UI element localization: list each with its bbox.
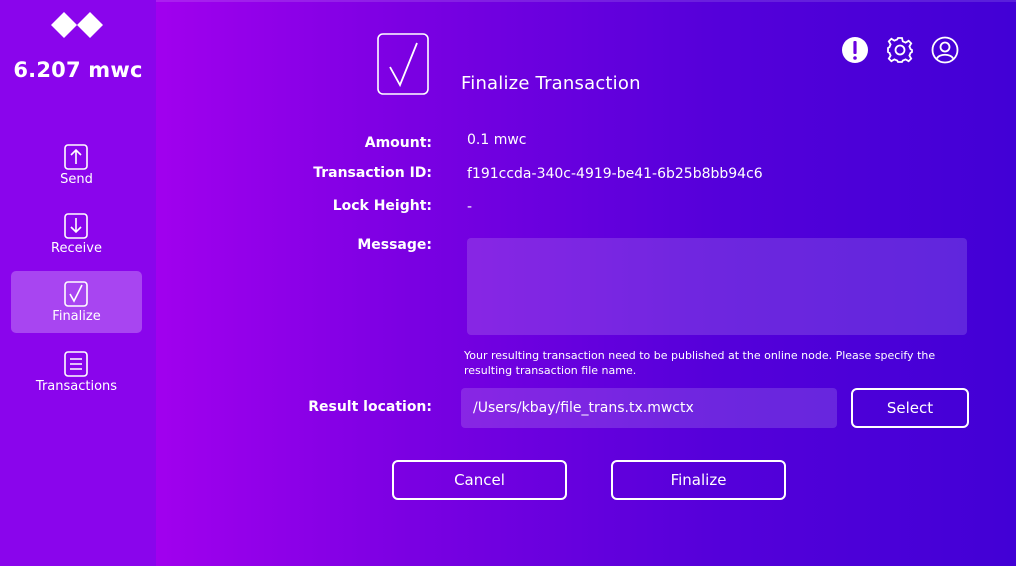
result-location-label: Result location: [308,399,432,415]
cancel-button[interactable]: Cancel [392,460,567,500]
select-button[interactable]: Select [851,388,969,428]
finalize-button[interactable]: Finalize [611,460,786,500]
sidebar-item-label: Receive [51,241,102,256]
sidebar-item-receive[interactable]: Receive [11,203,142,265]
amount-label: Amount: [364,135,432,151]
sidebar-item-send[interactable]: Send [11,134,142,196]
transaction-id-label: Transaction ID: [313,165,432,181]
page-title: Finalize Transaction [461,73,641,94]
sidebar-item-finalize[interactable]: Finalize [11,271,142,333]
receive-icon [64,213,88,239]
lock-height-value: - [467,199,473,215]
sidebar-item-label: Finalize [52,309,101,324]
transactions-icon [64,351,88,377]
checkbox-icon [377,33,429,95]
send-icon [64,144,88,170]
settings-gear-icon[interactable] [886,36,914,64]
result-hint-text: Your resulting transaction need to be pu… [464,349,936,377]
transaction-id-value: f191ccda-340c-4919-be41-6b25b8bb94c6 [467,166,763,182]
finalize-icon [64,281,88,307]
message-label: Message: [357,237,432,253]
lock-height-label: Lock Height: [332,198,432,214]
sidebar: 6.207 mwc Send Receive Finalize Transact… [0,0,156,566]
wallet-balance: 6.207 mwc [13,58,143,82]
message-input[interactable] [467,238,967,335]
account-icon[interactable] [931,36,959,64]
result-location-input[interactable] [461,388,837,428]
sidebar-item-transactions[interactable]: Transactions [11,341,142,403]
sidebar-item-label: Send [60,172,93,187]
alert-icon[interactable] [841,36,869,64]
sidebar-item-label: Transactions [35,379,118,394]
top-divider [156,0,1016,2]
mwc-logo-icon [51,12,103,38]
amount-value: 0.1 mwc [467,132,527,148]
